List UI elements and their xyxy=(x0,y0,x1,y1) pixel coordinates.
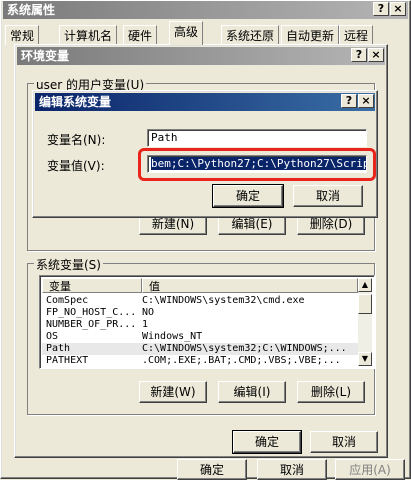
scroll-thumb[interactable] xyxy=(358,294,372,314)
variable-value-label: 变量值(V): xyxy=(47,159,105,173)
env-ok-button[interactable]: 确定 xyxy=(232,430,302,454)
scroll-down-icon[interactable]: ▼ xyxy=(358,352,372,366)
highlight-annotation xyxy=(138,148,376,181)
help-icon[interactable]: ? xyxy=(341,94,357,108)
tab-remote[interactable]: 远程 xyxy=(339,25,374,45)
variable-name-input[interactable]: Path xyxy=(147,129,367,147)
variable-name-label: 变量名(N): xyxy=(47,133,106,147)
environment-variables-title: 环境变量 xyxy=(21,49,70,63)
close-icon[interactable]: × xyxy=(390,2,406,16)
column-header-variable[interactable]: 变量 xyxy=(42,278,142,293)
system-properties-titlebar: 系统属性 xyxy=(3,1,408,19)
column-header-value[interactable]: 值 xyxy=(142,278,358,293)
tab-advanced[interactable]: 高级 xyxy=(169,21,204,45)
system-properties-title: 系统属性 xyxy=(7,3,56,17)
table-row[interactable]: FP_NO_HOST_C... NO xyxy=(42,307,358,319)
edit-cancel-button[interactable]: 取消 xyxy=(293,185,363,207)
system-edit-button[interactable]: 编辑(I) xyxy=(218,381,286,403)
system-variables-list[interactable]: 变量 值 ComSpec C:\WINDOWS\system32\cmd.exe… xyxy=(39,275,375,369)
list-scrollbar[interactable]: ▲ ▼ xyxy=(358,278,372,366)
table-row-selected[interactable]: Path C:\WINDOWS\system32;C:\WINDOWS;... xyxy=(42,343,358,355)
edit-ok-button[interactable]: 确定 xyxy=(212,184,284,208)
edit-dialog-titlebar: 编辑系统变量 xyxy=(35,93,375,111)
tab-general[interactable]: 常规 xyxy=(5,25,40,45)
tab-computer-name[interactable]: 计算机名 xyxy=(59,25,118,45)
table-row[interactable]: ComSpec C:\WINDOWS\system32\cmd.exe xyxy=(42,295,358,307)
system-apply-button[interactable]: 应用(A) xyxy=(335,459,405,480)
scroll-up-icon[interactable]: ▲ xyxy=(358,278,372,292)
env-cancel-button[interactable]: 取消 xyxy=(310,431,378,453)
help-icon[interactable]: ? xyxy=(351,48,367,62)
close-icon[interactable]: × xyxy=(358,94,374,108)
tab-hardware[interactable]: 硬件 xyxy=(123,25,158,45)
system-new-button[interactable]: 新建(W) xyxy=(139,381,207,403)
table-row[interactable]: OS Windows_NT xyxy=(42,331,358,343)
help-icon[interactable]: ? xyxy=(373,2,389,16)
close-icon[interactable]: × xyxy=(368,48,384,62)
tab-system-restore[interactable]: 系统还原 xyxy=(221,25,280,45)
system-delete-button[interactable]: 删除(L) xyxy=(297,381,365,403)
system-variables-label: 系统变量(S) xyxy=(34,256,103,273)
table-row[interactable]: PATHEXT .COM;.EXE;.BAT;.CMD;.VBS;.VBE;..… xyxy=(42,355,358,367)
environment-variables-titlebar: 环境变量 xyxy=(17,47,385,65)
system-cancel-button[interactable]: 取消 xyxy=(257,459,327,480)
tab-automatic-updates[interactable]: 自动更新 xyxy=(281,25,340,45)
system-ok-button[interactable]: 确定 xyxy=(177,459,247,480)
table-row[interactable]: NUMBER_OF_PR... 1 xyxy=(42,319,358,331)
edit-dialog-title: 编辑系统变量 xyxy=(39,95,112,109)
